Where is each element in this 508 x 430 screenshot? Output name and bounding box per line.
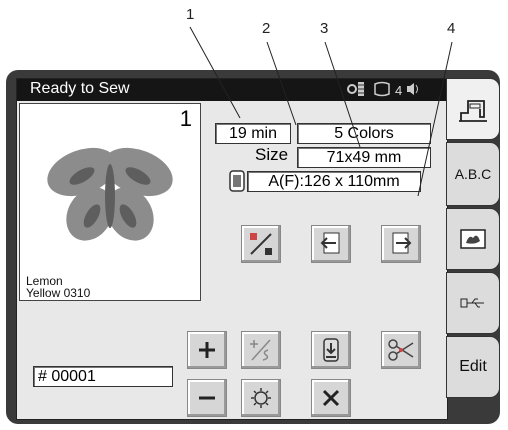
butterfly-image: [47, 147, 173, 241]
thread-cut-button[interactable]: [381, 331, 421, 369]
scissors-icon: [388, 339, 414, 361]
color-count-field: 5 Colors: [297, 123, 431, 144]
mode-tabs: A.B.C Edit: [446, 78, 500, 418]
hoop-size-icon: [229, 170, 245, 197]
trace-icon: [250, 233, 272, 255]
plus-button[interactable]: [187, 331, 227, 369]
close-icon: [322, 389, 340, 407]
stitch-back-icon: [250, 339, 271, 361]
minus-icon: [199, 396, 215, 400]
plus-icon: [199, 342, 215, 358]
stitch-back-button[interactable]: [241, 331, 281, 369]
thread-color-info: Lemon Yellow 0310: [26, 275, 90, 299]
cancel-button[interactable]: [311, 379, 351, 417]
tab-design[interactable]: [446, 208, 500, 270]
gear-icon: [251, 388, 271, 408]
spool-icon: [323, 338, 339, 362]
trace-button[interactable]: [241, 225, 281, 263]
callout-3: 3: [320, 20, 329, 37]
thread-color-code: Yellow 0310: [26, 286, 91, 300]
hoop-field: A(F):126 x 110mm: [247, 171, 421, 192]
tab-abc[interactable]: A.B.C: [446, 142, 500, 206]
hoop-icon: [373, 81, 391, 100]
size-field: 71x49 mm: [297, 147, 431, 168]
callout-4: 4: [447, 20, 456, 37]
callout-2: 2: [262, 20, 271, 37]
tab-abc-label: A.B.C: [454, 166, 492, 182]
sewing-time-field: 19 min: [215, 123, 291, 144]
lcd-screen: Ready to Sew 4 1 Lemon Yellow 0310 19 mi…: [16, 78, 448, 420]
start-position-button[interactable]: [311, 225, 351, 263]
thread-count: 4: [395, 83, 403, 98]
speaker-icon: [406, 81, 420, 100]
arrow-right-icon: [392, 232, 412, 254]
stitch-counter-field: # 00001: [33, 366, 173, 387]
callout-1: 1: [186, 6, 195, 23]
tab-usb[interactable]: [446, 272, 500, 334]
arrow-left-icon: [320, 232, 340, 254]
thread-change-button[interactable]: [241, 379, 281, 417]
next-position-button[interactable]: [381, 225, 421, 263]
spool-button[interactable]: [311, 331, 351, 369]
design-preview: 1 Lemon Yellow 0310: [19, 103, 201, 301]
minus-button[interactable]: [187, 379, 227, 417]
sewing-machine-icon: [459, 100, 487, 122]
tab-sewing[interactable]: [446, 78, 500, 140]
status-title: Ready to Sew: [30, 80, 130, 97]
presser-foot-icon: [347, 81, 369, 100]
status-bar: Ready to Sew 4: [17, 79, 447, 101]
design-icon: [460, 229, 486, 249]
status-icons: 4: [347, 81, 420, 100]
tab-edit[interactable]: Edit: [446, 336, 500, 398]
tab-edit-label: Edit: [459, 358, 487, 375]
usb-icon: [460, 298, 484, 308]
size-label: Size: [255, 145, 289, 164]
